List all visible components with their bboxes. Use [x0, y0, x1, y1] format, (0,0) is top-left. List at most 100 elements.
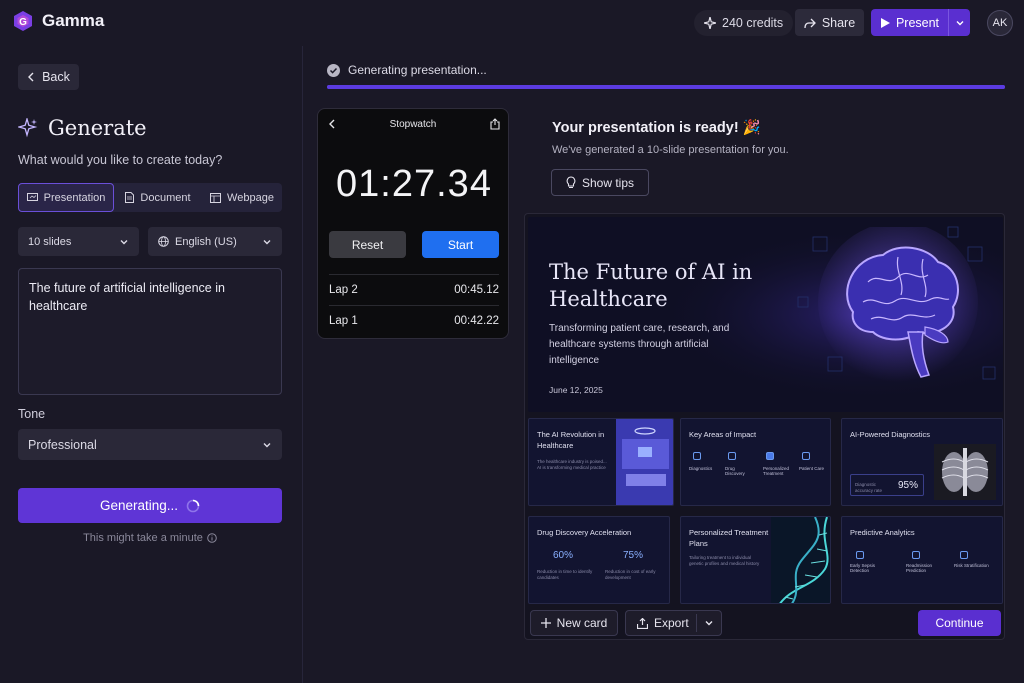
export-button[interactable]: Export [625, 610, 722, 636]
generation-status: Generating presentation... [327, 63, 487, 77]
webpage-icon [210, 192, 222, 203]
chevron-left-icon[interactable] [328, 119, 336, 129]
info-icon [207, 533, 217, 543]
app-name: Gamma [42, 11, 105, 30]
present-button[interactable]: Present [871, 9, 948, 36]
card-text: Reduction in time to identify candidates [537, 569, 593, 580]
svg-text:G: G [19, 17, 27, 28]
slide-date: June 12, 2025 [549, 385, 603, 395]
diagnostics-icon [693, 452, 701, 460]
back-button[interactable]: Back [18, 64, 79, 90]
stat-caption: Diagnostic accuracy rate [855, 482, 883, 493]
card-title: AI-Powered Diagnostics [850, 430, 931, 439]
slide-card[interactable]: Predictive Analytics Early Sepsis Detect… [841, 516, 1003, 604]
stat-value: 75% [623, 550, 644, 561]
card-title: Personalized Treatment Plans [689, 528, 769, 548]
impact-area-label: Patient Care [799, 466, 825, 471]
show-tips-button[interactable]: Show tips [551, 169, 649, 196]
stat-box: Diagnostic accuracy rate 95% [850, 474, 924, 496]
patient-care-icon [802, 452, 810, 460]
chest-xray-image [934, 444, 996, 500]
share-button[interactable]: Share [795, 9, 864, 36]
chevron-down-icon[interactable] [704, 618, 714, 628]
chevron-down-icon [956, 20, 963, 25]
stat-value: 60% [553, 550, 574, 561]
page-title: Generate [18, 116, 147, 140]
app-logo[interactable]: G Gamma [12, 10, 104, 32]
card-title: Drug Discovery Acceleration [537, 528, 632, 537]
page-title-text: Generate [48, 116, 147, 140]
language-select[interactable]: English (US) [148, 227, 282, 256]
readmission-icon [912, 551, 920, 559]
stopwatch-widget: Stopwatch 01:27.34 Reset Start Lap 2 00:… [317, 108, 509, 339]
presentation-icon [26, 192, 38, 201]
wait-note-text: This might take a minute [83, 532, 203, 544]
generate-panel: Back Generate What would you like to cre… [0, 46, 303, 683]
hospital-room-image [616, 419, 673, 505]
divider [696, 614, 697, 632]
avatar[interactable]: AK [987, 10, 1013, 36]
slide-card[interactable]: The AI Revolution in Healthcare The heal… [528, 418, 674, 506]
slide-subtitle: Transforming patient care, research, and… [549, 323, 730, 366]
share-icon[interactable] [490, 118, 500, 130]
slide-count-value: 10 slides [28, 235, 72, 248]
status-text: Generating presentation... [348, 63, 487, 77]
share-icon [804, 18, 816, 28]
slide-card[interactable]: Personalized Treatment Plans Tailoring t… [680, 516, 831, 604]
card-text: Reduction in cost of early development [605, 569, 656, 580]
lap-time: 00:45.12 [454, 283, 499, 296]
present-options-button[interactable] [948, 9, 970, 36]
credits-badge[interactable]: 240 credits [694, 10, 794, 36]
new-card-label: New card [556, 616, 608, 630]
card-title: Key Areas of Impact [689, 430, 757, 439]
tab-document-label: Document [140, 191, 191, 204]
continue-button[interactable]: Continue [918, 610, 1001, 636]
drug-discovery-icon [728, 452, 736, 460]
slide-title: The Future of AI in Healthcare [549, 260, 753, 311]
generate-button[interactable]: Generating... [18, 488, 282, 523]
sparkle-icon [18, 118, 38, 138]
slide-card[interactable]: Key Areas of Impact Diagnostics Drug Dis… [680, 418, 831, 506]
prompt-input[interactable]: The future of artificial intelligence in… [18, 268, 282, 395]
stopwatch-header: Stopwatch [318, 109, 510, 139]
ready-subtitle: We've generated a 10-slide presentation … [552, 144, 789, 156]
slide-card[interactable]: Drug Discovery Acceleration 60% 75% Redu… [528, 516, 670, 604]
tone-select[interactable]: Professional [18, 429, 282, 460]
document-icon [125, 192, 135, 203]
page-subtitle: What would you like to create today? [18, 153, 223, 167]
export-label: Export [654, 616, 689, 630]
top-bar: G Gamma 240 credits Share Present AK [0, 0, 1024, 46]
slide-count-select[interactable]: 10 slides [18, 227, 139, 256]
present-label: Present [895, 15, 940, 30]
check-circle-icon [327, 63, 340, 77]
chevron-left-icon [28, 72, 34, 82]
risk-stratification-icon [960, 551, 968, 559]
new-card-button[interactable]: New card [530, 610, 618, 636]
stopwatch-reset-button[interactable]: Reset [329, 231, 406, 258]
tone-value: Professional [28, 437, 97, 452]
lightbulb-icon [566, 176, 576, 189]
tab-webpage[interactable]: Webpage [202, 183, 282, 212]
language-value: English (US) [175, 235, 237, 248]
tab-document[interactable]: Document [116, 183, 200, 212]
generation-progress-bar [327, 85, 1005, 89]
stat-value: 95% [897, 480, 918, 491]
tab-presentation[interactable]: Presentation [18, 183, 114, 212]
credits-count: 240 credits [722, 16, 784, 30]
plus-icon [540, 618, 551, 628]
slide-card[interactable]: AI-Powered Diagnostics Diagnostic accura… [841, 418, 1003, 506]
content-type-tabs: Presentation Document Webpage [18, 183, 282, 212]
globe-icon [158, 236, 169, 247]
stopwatch-start-button[interactable]: Start [422, 231, 499, 258]
lap-row: Lap 1 00:42.22 [329, 305, 499, 335]
stopwatch-time: 01:27.34 [336, 163, 492, 205]
impact-area-label: Personalized Treatment [763, 466, 790, 476]
preview-toolbar: New card Export Continue [525, 607, 1006, 641]
lap-time: 00:42.22 [454, 314, 499, 327]
title-slide[interactable]: The Future of AI in Healthcare Transform… [528, 217, 1003, 412]
share-label: Share [821, 15, 856, 30]
tab-webpage-label: Webpage [227, 191, 274, 204]
sparkle-icon [704, 17, 716, 29]
gamma-logo-icon: G [14, 11, 32, 31]
stopwatch-title: Stopwatch [389, 118, 437, 130]
